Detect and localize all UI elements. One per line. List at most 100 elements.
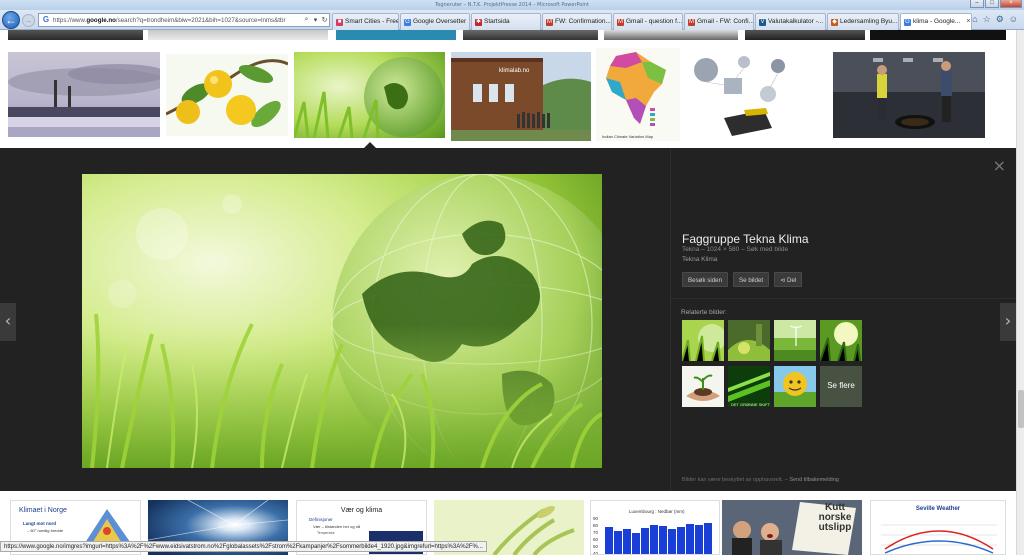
- close-window-button[interactable]: ×: [1000, 0, 1022, 8]
- send-feedback-link[interactable]: Send tilbakemelding: [789, 477, 839, 483]
- copyright-note: Bilder kan være beskyttet av opphavsrett…: [682, 477, 839, 483]
- home-icon[interactable]: ⌂: [972, 14, 977, 25]
- svg-text:DET GRØNNE SKIFTET: DET GRØNNE SKIFTET: [731, 402, 770, 407]
- result-thumb-manhole[interactable]: [833, 52, 985, 138]
- page-scrollbar[interactable]: [1016, 30, 1024, 555]
- tab-gmail-question[interactable]: M Gmail - question f...: [613, 13, 683, 30]
- smiley-feedback-icon[interactable]: ☺: [1009, 14, 1018, 25]
- luxembourg-bar: [641, 528, 649, 554]
- result-thumb-partial[interactable]: [604, 30, 738, 40]
- tab-smart-cities[interactable]: ■ Smart Cities - Free...: [332, 13, 399, 30]
- view-image-button[interactable]: Se bildet: [733, 272, 770, 287]
- tab-label: Google Oversetter: [413, 18, 467, 25]
- related-thumb[interactable]: [682, 320, 724, 361]
- result-thumb-smoke-stacks[interactable]: [8, 52, 160, 137]
- result-thumb-partial[interactable]: [336, 30, 456, 40]
- result-thumb-diagram[interactable]: [684, 48, 804, 142]
- klima-norge-title: Klimaet i Norge: [19, 507, 67, 514]
- result-thumb-india-map[interactable]: Indian Climate Variation Map: [596, 48, 680, 141]
- see-more-label: Se flere: [827, 381, 855, 390]
- luxembourg-bar: [695, 525, 703, 554]
- tab-label: Gmail - FW: Confi...: [697, 18, 754, 25]
- share-button[interactable]: ⊲ Del: [774, 272, 803, 287]
- tab-favicon-icon: ◆: [831, 18, 838, 26]
- result-thumb-partial[interactable]: [745, 30, 865, 40]
- seville-title: Seville Weather: [915, 506, 961, 512]
- luxembourg-y-tick: 70: [593, 530, 599, 535]
- close-preview-icon[interactable]: ×: [993, 156, 1006, 175]
- settings-gear-icon[interactable]: ⚙: [996, 14, 1004, 25]
- related-thumb[interactable]: [820, 320, 862, 361]
- search-icon[interactable]: ⌕: [302, 16, 311, 24]
- maximize-button[interactable]: □: [985, 0, 999, 8]
- address-bar[interactable]: G https://www.google.no/search?q=trondhe…: [38, 13, 330, 27]
- result-thumb-partial[interactable]: [148, 30, 328, 40]
- india-map-caption: Indian Climate Variation Map: [602, 134, 654, 139]
- result-thumb-partial[interactable]: [463, 30, 598, 40]
- tab-valutakalkulator[interactable]: V Valutakalkulator -...: [755, 13, 826, 30]
- vaer-line: Temperatur: [317, 531, 335, 535]
- result-thumb-seville-weather[interactable]: Seville Weather: [870, 500, 1006, 555]
- luxembourg-caption: Luxembourg : Nedbør (mm): [629, 509, 685, 514]
- minimize-button[interactable]: –: [970, 0, 984, 8]
- result-thumb-partial[interactable]: [8, 30, 143, 40]
- next-image-button[interactable]: ›: [1000, 303, 1016, 341]
- dropdown-icon[interactable]: ▾: [311, 16, 320, 24]
- tab-google-oversetter[interactable]: G Google Oversetter: [400, 13, 470, 30]
- luxembourg-bar: [650, 525, 658, 554]
- address-url[interactable]: https://www.google.no/search?q=trondheim…: [53, 17, 302, 24]
- tab-label: Valutakalkulator -...: [768, 18, 824, 25]
- see-more-related-button[interactable]: Se flere: [820, 366, 862, 407]
- related-thumb[interactable]: [682, 366, 724, 407]
- copyright-text: Bilder kan være beskyttet av opphavsrett…: [682, 477, 784, 483]
- forward-button[interactable]: →: [22, 14, 35, 27]
- image-preview-panel: × ‹ › Faggruppe Tekna Klima Tekna – 1024…: [0, 148, 1024, 491]
- tab-gmail-fw[interactable]: M Gmail - FW: Confi...: [684, 13, 754, 30]
- back-button[interactable]: ←: [2, 11, 20, 29]
- preview-source[interactable]: Tekna Klima: [682, 256, 717, 263]
- tab-favicon-icon: M: [688, 18, 695, 26]
- related-images-label: Relaterte bilder:: [681, 309, 727, 316]
- related-thumb[interactable]: [728, 320, 770, 361]
- luxembourg-bar: [632, 533, 640, 554]
- tab-ledersamling[interactable]: ◆ Ledersamling Byu...: [827, 13, 899, 30]
- klima-norge-line: Langt mot nord: [23, 521, 56, 526]
- favorites-star-icon[interactable]: ☆: [983, 14, 991, 25]
- result-thumb-partial[interactable]: [870, 30, 1006, 40]
- protest-sign-text: Kutt norske utslipp: [815, 503, 855, 533]
- prev-image-button[interactable]: ‹: [0, 303, 16, 341]
- tab-favicon-icon: M: [546, 18, 553, 26]
- preview-title[interactable]: Faggruppe Tekna Klima: [682, 232, 809, 246]
- tab-startsida[interactable]: ✱ Startsida: [471, 13, 541, 30]
- close-tab-icon[interactable]: ×: [966, 14, 970, 30]
- luxembourg-mini-chart: 90 80 70 60 50 40: [593, 516, 712, 554]
- refresh-icon[interactable]: ↻: [320, 16, 329, 24]
- share-icon: ⊲: [780, 277, 788, 284]
- luxembourg-bar: [668, 529, 676, 554]
- visit-page-button[interactable]: Besøk siden: [682, 272, 729, 287]
- klima-norge-line: – 60° nordlig bredde: [27, 528, 64, 533]
- result-thumb-green-globe[interactable]: [294, 52, 445, 138]
- google-favicon-icon: G: [42, 15, 50, 24]
- klimalab-sign: klimalab.no: [499, 68, 530, 74]
- luxembourg-bar: [605, 527, 613, 554]
- result-thumb-klimalab[interactable]: klimalab.no: [451, 52, 591, 141]
- luxembourg-bar: [704, 523, 712, 554]
- tab-label: FW: Confirmation...: [555, 18, 611, 25]
- result-thumb-protest[interactable]: Kutt norske utslipp: [722, 500, 862, 555]
- luxembourg-bar: [677, 527, 685, 554]
- scrollbar-thumb[interactable]: [1018, 390, 1024, 428]
- tab-label: Startsida: [484, 18, 510, 25]
- tab-label: Ledersamling Byu...: [840, 18, 898, 25]
- result-thumb-lemons[interactable]: [166, 54, 288, 136]
- luxembourg-bar: [686, 524, 694, 554]
- related-thumb[interactable]: DET GRØNNE SKIFTET: [728, 366, 770, 407]
- tab-klima-google[interactable]: Gklima - Google... ×: [900, 13, 972, 30]
- tab-fw-confirmation[interactable]: M FW: Confirmation...: [542, 13, 612, 30]
- preview-image-green-globe[interactable]: [82, 174, 602, 468]
- result-thumb-luxembourg-chart[interactable]: Luxembourg : Nedbør (mm) 90 80 70 60 50 …: [590, 500, 720, 555]
- related-thumb[interactable]: [774, 366, 816, 407]
- status-bar-url: https://www.google.no/imgres?imgurl=http…: [0, 541, 487, 552]
- related-thumb[interactable]: [774, 320, 816, 361]
- tab-favicon-icon: M: [617, 18, 624, 26]
